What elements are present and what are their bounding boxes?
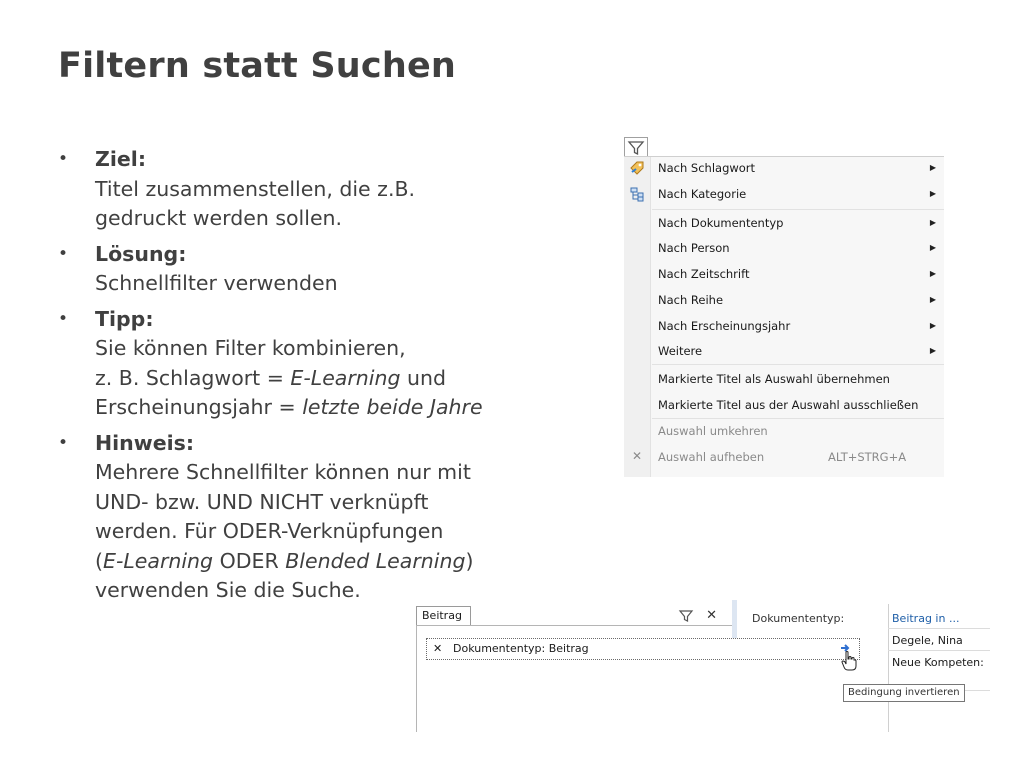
tab-beitrag[interactable]: Beitrag — [416, 606, 471, 625]
table-cell[interactable]: Degele, Nina — [892, 634, 963, 647]
submenu-arrow-icon: ▶ — [929, 243, 936, 252]
menu-item-label: Weitere — [658, 344, 703, 358]
submenu-arrow-icon: ▶ — [929, 189, 936, 198]
menu-item-label: Nach Dokumententyp — [658, 216, 784, 230]
menu-item-label: Nach Erscheinungsjahr — [658, 319, 791, 333]
text-run: ODER — [213, 548, 286, 573]
menu-item-label: Nach Schlagwort — [658, 161, 756, 175]
text-run: und — [400, 365, 447, 390]
menu-item-label: Auswahl umkehren — [658, 424, 768, 438]
filter-button[interactable] — [624, 137, 648, 158]
bullet-text: Mehrere Schnellfilter können nur mit — [95, 460, 471, 484]
bullet-heading: Ziel: — [95, 147, 147, 171]
bullet-text: (E-Learning ODER Blended Learning) — [95, 547, 578, 577]
emphasis-text: Blended Learning — [285, 548, 466, 573]
category-tree-icon — [630, 187, 644, 202]
menu-item-auswahl-ausschliessen[interactable]: Markierte Titel aus der Auswahl ausschli… — [658, 394, 938, 416]
text-run: Erscheinungsjahr = — [95, 395, 303, 419]
row-divider — [888, 650, 990, 651]
text-run: ( — [95, 548, 103, 573]
menu-item-dokumententyp[interactable]: Nach Dokumententyp ▶ — [658, 212, 938, 234]
bullet-loesung: Lösung: Schnellfilter verwenden — [58, 240, 578, 299]
bullet-text: UND- bzw. UND NICHT verknüpft — [95, 489, 429, 514]
tooltip: Bedingung invertieren — [843, 684, 965, 702]
panel-border — [416, 625, 417, 732]
filter-condition-row[interactable]: ✕ Dokumententyp: Beitrag — [426, 638, 860, 660]
bullet-hinweis: Hinweis: Mehrere Schnellfilter können nu… — [58, 429, 578, 606]
column-header-dokumententyp[interactable]: Dokumententyp: — [752, 612, 844, 625]
menu-item-label: Nach Person — [658, 241, 730, 255]
bullet-text: z. B. Schlagwort = E-Learning und — [95, 364, 578, 394]
submenu-arrow-icon: ▶ — [929, 269, 936, 278]
hand-cursor-icon — [841, 651, 857, 671]
column-divider — [888, 604, 889, 732]
menu-item-label: Nach Reihe — [658, 293, 724, 307]
menu-item-schlagwort[interactable]: Nach Schlagwort ▶ — [658, 157, 938, 179]
menu-item-label: Nach Zeitschrift — [658, 267, 750, 281]
menu-separator — [652, 364, 944, 365]
menu-separator — [652, 209, 944, 210]
bullet-ziel: Ziel: Titel zusammenstellen, die z.B. ge… — [58, 145, 578, 234]
menu-item-label: Auswahl aufheben — [658, 450, 765, 464]
menu-item-kategorie[interactable]: Nach Kategorie ▶ — [658, 183, 938, 205]
submenu-arrow-icon: ▶ — [929, 218, 936, 227]
bullet-text: Schnellfilter verwenden — [95, 271, 338, 295]
menu-item-auswahl-uebernehmen[interactable]: Markierte Titel als Auswahl übernehmen — [658, 368, 938, 390]
menu-item-zeitschrift[interactable]: Nach Zeitschrift ▶ — [658, 263, 938, 285]
column-header-beitrag-in[interactable]: Beitrag in ... — [892, 612, 959, 625]
submenu-arrow-icon: ▶ — [929, 295, 936, 304]
menu-separator — [652, 418, 944, 419]
submenu-arrow-icon: ▶ — [929, 346, 936, 355]
bullet-tipp: Tipp: Sie können Filter kombinieren, z. … — [58, 305, 578, 423]
tab-divider — [416, 625, 736, 626]
bullet-text: werden. Für ODER-Verknüpfungen — [95, 519, 444, 543]
context-menu: Nach Schlagwort ▶ Nach Kategorie ▶ Nach Do… — [624, 156, 944, 477]
tag-icon — [630, 161, 644, 175]
menu-item-weitere[interactable]: Weitere ▶ — [658, 340, 938, 362]
filter-panel-screenshot: Beitrag ✕ Dokumententyp: Beitrag in ... … — [416, 600, 990, 732]
filter-header-icons: ✕ — [678, 608, 717, 623]
bullet-text: Titel zusammenstellen, die z.B. — [95, 176, 416, 201]
menu-item-label: Markierte Titel aus der Auswahl ausschli… — [658, 398, 919, 412]
bullet-text: Sie können Filter kombinieren, — [95, 336, 406, 360]
menu-item-label: Markierte Titel als Auswahl übernehmen — [658, 372, 890, 386]
filter-icon — [627, 141, 645, 156]
bullet-text: gedruckt werden sollen. — [95, 206, 343, 230]
emphasis-text: E-Learning — [290, 365, 401, 390]
close-icon: ✕ — [632, 449, 643, 463]
submenu-arrow-icon: ▶ — [929, 321, 936, 330]
filter-icon[interactable] — [678, 609, 694, 623]
bullet-heading: Tipp: — [95, 306, 154, 331]
menu-item-erscheinungsjahr[interactable]: Nach Erscheinungsjahr ▶ — [658, 315, 938, 337]
remove-condition-icon[interactable]: ✕ — [433, 639, 442, 659]
menu-item-reihe[interactable]: Nach Reihe ▶ — [658, 289, 938, 311]
menu-item-person[interactable]: Nach Person ▶ — [658, 237, 938, 259]
row-divider — [888, 628, 990, 629]
table-cell[interactable]: Neue Kompeten: — [892, 656, 984, 669]
condition-label: Dokumententyp: Beitrag — [453, 642, 589, 655]
text-run: z. B. Schlagwort = — [95, 365, 291, 390]
emphasis-text: E-Learning — [103, 548, 214, 573]
close-icon[interactable]: ✕ — [706, 608, 717, 623]
bullet-text: Erscheinungsjahr = letzte beide Jahre — [95, 393, 578, 423]
menu-item-auswahl-aufheben[interactable]: Auswahl aufheben ALT+STRG+A — [658, 446, 938, 468]
emphasis-text: letzte beide Jahre — [302, 395, 483, 419]
text-run: ) — [465, 548, 474, 573]
bullet-heading: Hinweis: — [95, 430, 195, 455]
bullet-list: Ziel: Titel zusammenstellen, die z.B. ge… — [58, 145, 578, 612]
menu-icon-gutter — [624, 157, 651, 477]
bullet-heading: Lösung: — [95, 241, 187, 266]
menu-item-label: Nach Kategorie — [658, 187, 747, 201]
menu-shortcut: ALT+STRG+A — [828, 450, 907, 464]
quick-filter-menu-screenshot: Nach Schlagwort ▶ Nach Kategorie ▶ Nach Do… — [624, 137, 944, 477]
slide-title: Filtern statt Suchen — [58, 46, 457, 86]
menu-item-auswahl-umkehren[interactable]: Auswahl umkehren — [658, 420, 938, 442]
submenu-arrow-icon: ▶ — [929, 163, 936, 172]
